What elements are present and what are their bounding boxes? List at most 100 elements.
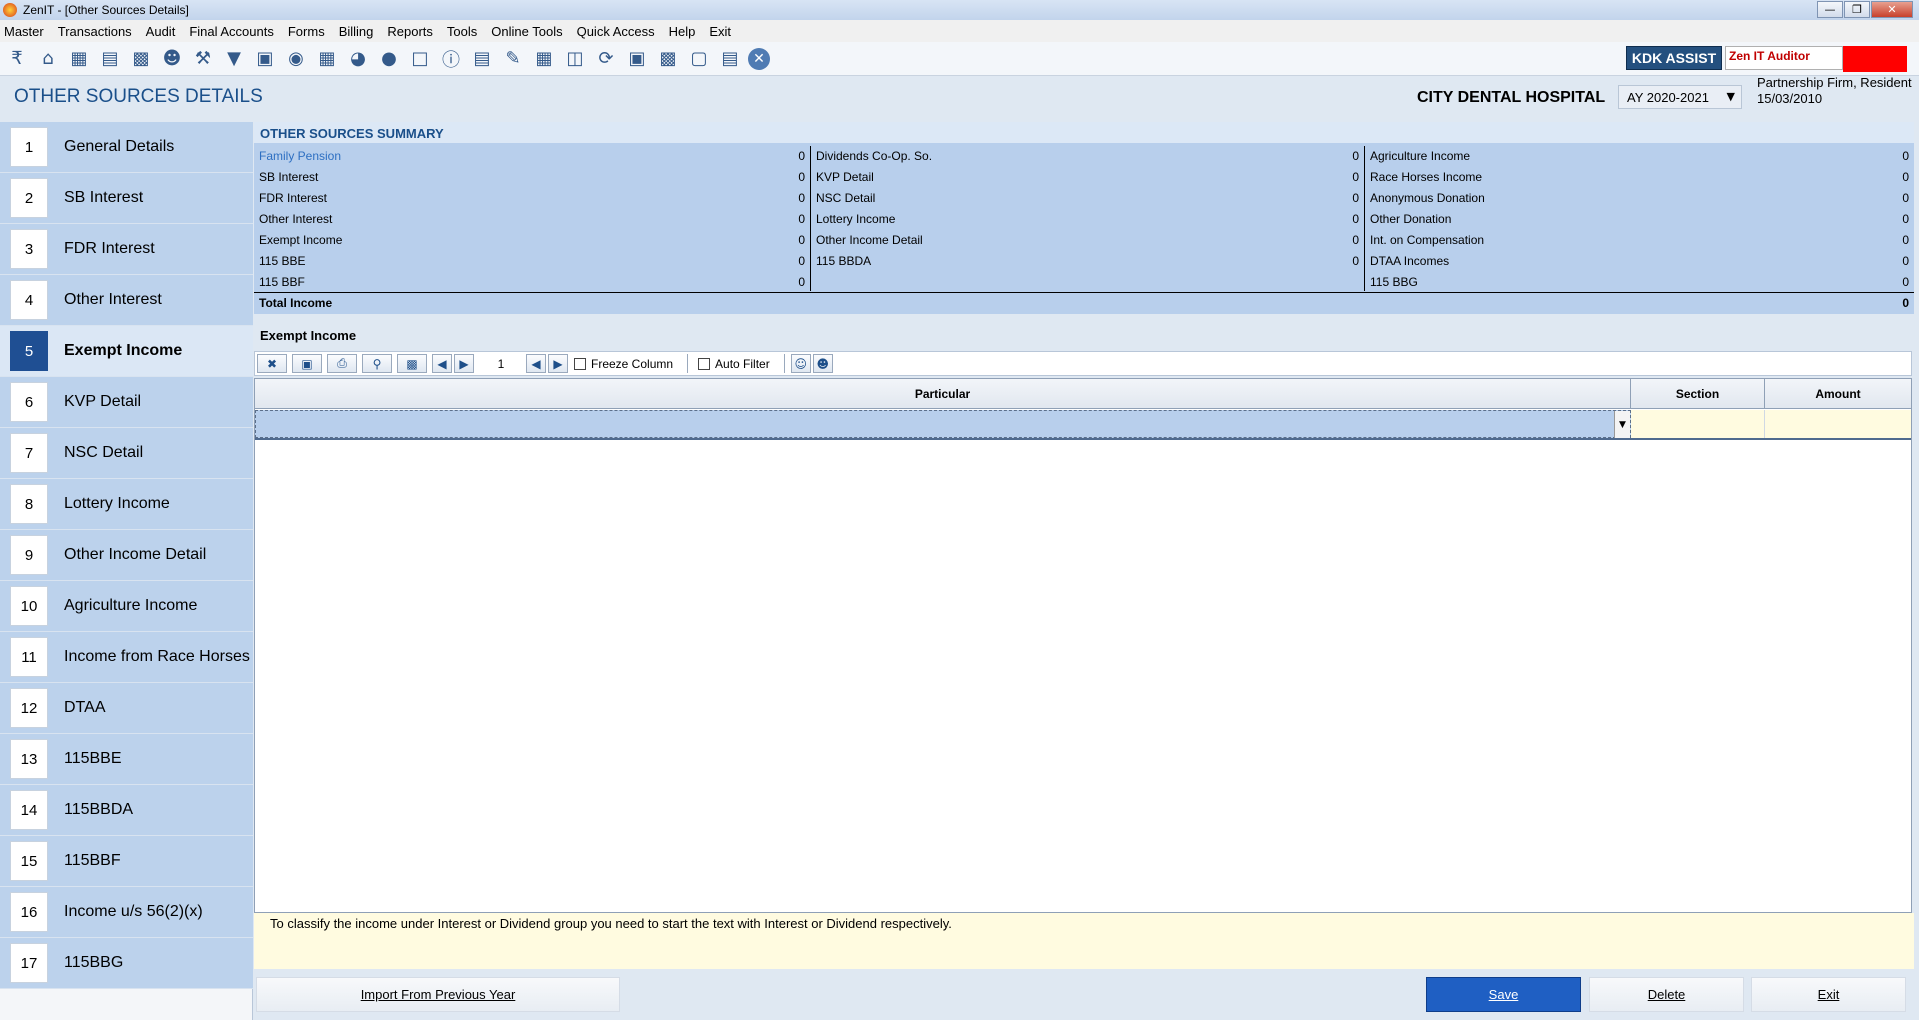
hammer-icon[interactable]: ⚒: [190, 46, 216, 72]
gift-icon[interactable]: ▩: [128, 46, 154, 72]
menu-audit[interactable]: Audit: [146, 24, 176, 39]
summary-row: Dividends Co-Op. So. 0: [811, 146, 1364, 167]
folder-sync-icon[interactable]: ◫: [562, 46, 588, 72]
nav-item-115bbda[interactable]: 14 115BBDA: [0, 785, 253, 836]
nav-item-115bbg[interactable]: 17 115BBG: [0, 938, 253, 989]
pie-chart-icon[interactable]: ◕: [345, 46, 371, 72]
home-icon[interactable]: ⌂: [35, 46, 61, 72]
auto-filter-checkbox[interactable]: Auto Filter: [698, 357, 770, 371]
menu-exit[interactable]: Exit: [709, 24, 731, 39]
form-doc-icon[interactable]: ▤: [717, 46, 743, 72]
bs-icon[interactable]: ▣: [624, 46, 650, 72]
summary-row: 115 BBF 0: [254, 272, 810, 293]
bs-stack-icon[interactable]: ▩: [655, 46, 681, 72]
bar-chart-icon[interactable]: ▤: [97, 46, 123, 72]
restore-icon[interactable]: ❐: [1844, 1, 1870, 18]
building-icon[interactable]: ▦: [66, 46, 92, 72]
pay-icon[interactable]: ●: [376, 46, 402, 72]
menu-online-tools[interactable]: Online Tools: [491, 24, 562, 39]
summary-value: 0: [1352, 233, 1359, 247]
calculator-icon[interactable]: ▦: [314, 46, 340, 72]
summary-label: Anonymous Donation: [1370, 191, 1485, 205]
import-previous-year-button[interactable]: Import From Previous Year: [256, 977, 620, 1012]
menu-final-accounts[interactable]: Final Accounts: [189, 24, 274, 39]
window-close-icon[interactable]: ✕: [1871, 1, 1913, 18]
save-button[interactable]: Save: [1426, 977, 1581, 1012]
summary-row: SB Interest 0: [254, 167, 810, 188]
excel-export-icon[interactable]: ✖: [257, 354, 287, 373]
menu-master[interactable]: Master: [4, 24, 44, 39]
kdk-assist-button[interactable]: KDK ASSIST: [1626, 46, 1722, 70]
total-income-label: Total Income: [259, 296, 333, 310]
edit-doc-icon[interactable]: ✎: [500, 46, 526, 72]
summary-row: DTAA Incomes 0: [1365, 251, 1914, 272]
freeze-column-checkbox[interactable]: Freeze Column: [574, 357, 673, 371]
summary-label: Other Interest: [259, 212, 333, 226]
book-icon[interactable]: □: [407, 46, 433, 72]
first-page-icon[interactable]: ◀: [432, 354, 452, 373]
menu-transactions[interactable]: Transactions: [58, 24, 132, 39]
report-icon[interactable]: ▤: [469, 46, 495, 72]
next-page-icon[interactable]: ◀: [526, 354, 546, 373]
previous-page-icon[interactable]: ▶: [454, 354, 474, 373]
nav-item-sb-interest[interactable]: 2 SB Interest: [0, 173, 253, 224]
info-icon[interactable]: ⓘ: [438, 46, 464, 72]
nav-item-other-income-detail[interactable]: 9 Other Income Detail: [0, 530, 253, 581]
column-header-amount[interactable]: Amount: [1765, 379, 1911, 409]
tax-icon[interactable]: ▣: [252, 46, 278, 72]
last-page-icon[interactable]: ▶: [548, 354, 568, 373]
section-cell[interactable]: [1631, 410, 1765, 438]
nav-item-agriculture-income[interactable]: 10 Agriculture Income: [0, 581, 253, 632]
print-icon[interactable]: ⎙: [327, 354, 357, 373]
nav-item-kvp-detail[interactable]: 6 KVP Detail: [0, 377, 253, 428]
users-icon[interactable]: ☻: [159, 46, 185, 72]
nav-item-dtaa[interactable]: 12 DTAA: [0, 683, 253, 734]
nav-item-general-details[interactable]: 1 General Details: [0, 122, 253, 173]
column-header-section[interactable]: Section: [1631, 379, 1765, 409]
menu-forms[interactable]: Forms: [288, 24, 325, 39]
amount-cell[interactable]: [1765, 410, 1911, 438]
hierarchy-icon[interactable]: ▩: [397, 354, 427, 373]
nav-item-115bbe[interactable]: 13 115BBE: [0, 734, 253, 785]
summary-value: 0: [1902, 212, 1909, 226]
menu-reports[interactable]: Reports: [387, 24, 433, 39]
funnel-icon[interactable]: ▼: [221, 46, 247, 72]
assessment-year-select[interactable]: AY 2020-2021 ▼: [1618, 85, 1742, 109]
nav-item-other-interest[interactable]: 4 Other Interest: [0, 275, 253, 326]
nav-item-nsc-detail[interactable]: 7 NSC Detail: [0, 428, 253, 479]
search-icon[interactable]: ⚲: [362, 354, 392, 373]
nav-item-income-56-2-x[interactable]: 16 Income u/s 56(2)(x): [0, 887, 253, 938]
save-grid-icon[interactable]: ▣: [292, 354, 322, 373]
page-number[interactable]: 1: [476, 357, 526, 371]
coin-icon[interactable]: ◉: [283, 46, 309, 72]
menu-quick-access[interactable]: Quick Access: [577, 24, 655, 39]
checkbox-box[interactable]: [698, 357, 711, 370]
rupee-doc-icon[interactable]: ₹: [4, 46, 30, 72]
entity-type: Partnership Firm, Resident: [1757, 75, 1912, 90]
refresh-doc-icon[interactable]: ⟳: [593, 46, 619, 72]
close-icon[interactable]: ✕: [748, 47, 770, 70]
chevron-down-icon[interactable]: ▼: [1727, 90, 1735, 103]
column-header-particular[interactable]: Particular: [255, 379, 1631, 409]
toolbar-divider: [783, 354, 785, 373]
find-user-icon[interactable]: ☺: [790, 354, 811, 373]
checkbox-box[interactable]: [574, 357, 586, 370]
calendar-icon[interactable]: ▦: [531, 46, 557, 72]
nav-item-exempt-income[interactable]: 5 Exempt Income: [0, 326, 253, 377]
menu-tools[interactable]: Tools: [447, 24, 477, 39]
minimize-icon[interactable]: —: [1817, 1, 1843, 18]
exit-button[interactable]: Exit: [1751, 977, 1906, 1012]
nav-item-race-horses[interactable]: 11 Income from Race Horses: [0, 632, 253, 683]
nav-item-lottery-income[interactable]: 8 Lottery Income: [0, 479, 253, 530]
chevron-down-icon[interactable]: ▼: [1614, 411, 1630, 438]
summary-value: 0: [1902, 149, 1909, 163]
nav-item-115bbf[interactable]: 15 115BBF: [0, 836, 253, 887]
nav-item-fdr-interest[interactable]: 3 FDR Interest: [0, 224, 253, 275]
auto-filter-label: Auto Filter: [715, 356, 770, 371]
find-user-alt-icon[interactable]: ☻: [812, 354, 833, 373]
particular-cell[interactable]: ▼: [255, 410, 1631, 438]
menu-billing[interactable]: Billing: [339, 24, 374, 39]
menu-help[interactable]: Help: [669, 24, 696, 39]
delete-button[interactable]: Delete: [1589, 977, 1744, 1012]
3cd-icon[interactable]: ▢: [686, 46, 712, 72]
